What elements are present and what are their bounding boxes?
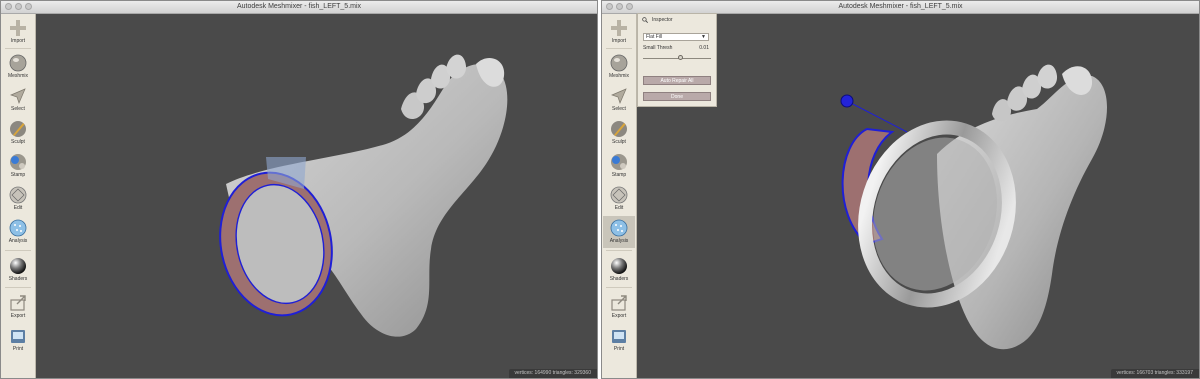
3d-viewport[interactable]: vertices: 164990 triangles: 329360 [36,14,597,378]
tool-sculpt[interactable]: Sculpt [2,117,34,149]
tool-label: Stamp [10,172,26,178]
divider [5,250,31,251]
done-button[interactable]: Done [643,92,711,101]
mesh-stats: vertices: 166703 triangles: 333197 [1110,369,1199,378]
meshmix-sphere-icon [9,54,27,72]
tool-shaders[interactable]: Shaders [603,254,635,286]
tool-label: Export [611,313,627,319]
divider [606,48,632,49]
tool-label: Sculpt [11,139,25,145]
tool-label: Meshmix [608,73,629,79]
chevron-down-icon: ▼ [701,34,706,40]
tool-label: Import [611,38,627,44]
tool-label: Analysis [8,238,28,244]
3d-viewport[interactable]: vertices: 166703 triangles: 333197 [637,14,1199,378]
title-bar: Autodesk Meshmixer - fish_LEFT_5.mix [1,1,597,14]
meshmixer-window-left: Autodesk Meshmixer - fish_LEFT_5.mix Imp… [0,0,598,379]
tool-label: Edit [13,205,23,211]
tool-analysis[interactable]: Analysis [603,216,635,248]
fill-mode-value: Flat Fill [646,34,663,40]
tool-label: Export [10,313,26,319]
edit-sphere-icon [9,186,27,204]
meshmixer-window-right: Autodesk Meshmixer - fish_LEFT_5.mix Imp… [601,0,1200,379]
auto-repair-all-button[interactable]: Auto Repair All [643,76,711,85]
inspector-title: Inspector [652,17,673,23]
tool-stamp[interactable]: Stamp [2,150,34,182]
window-title: Autodesk Meshmixer - fish_LEFT_5.mix [236,3,362,10]
brush-icon [611,121,627,137]
stamp-icon [10,154,26,170]
divider [606,287,632,288]
tool-label: Select [11,106,25,112]
tool-label: Stamp [611,172,627,178]
foot-model-scene[interactable] [36,14,598,379]
tool-shaders[interactable]: Shaders [2,254,34,286]
tool-edit[interactable]: Edit [603,183,635,215]
stamp-icon [611,154,627,170]
fill-mode-select[interactable]: Flat Fill ▼ [643,33,709,41]
small-thresh-value: 0.01 [699,45,709,51]
mesh-stats: vertices: 164990 triangles: 329360 [508,369,597,378]
tool-meshmix[interactable]: Meshmix [603,51,635,83]
inspector-header: Inspector [638,14,716,27]
tool-sidebar: Import Meshmix Select Sculpt Stamp Edit … [1,14,36,378]
printer-icon [612,330,626,343]
divider [5,287,31,288]
divider [5,48,31,49]
tool-export[interactable]: Export [603,291,635,323]
tool-edit[interactable]: Edit [2,183,34,215]
shader-sphere-icon [10,258,26,274]
export-arrow-icon [10,295,26,311]
tool-import[interactable]: Import [2,16,34,48]
tool-label: Sculpt [612,139,626,145]
edit-sphere-icon [610,186,628,204]
tool-stamp[interactable]: Stamp [603,150,635,182]
small-thresh-label: Small Thresh [643,45,673,51]
tool-sculpt[interactable]: Sculpt [603,117,635,149]
tool-export[interactable]: Export [2,291,34,323]
shader-sphere-icon [611,258,627,274]
analysis-sphere-icon [610,219,628,237]
window-title: Autodesk Meshmixer - fish_LEFT_5.mix [838,3,963,10]
magnifier-icon [642,17,648,23]
tool-label: Shaders [609,276,629,282]
tool-select[interactable]: Select [2,84,34,116]
analysis-sphere-icon [9,219,27,237]
tool-select[interactable]: Select [603,84,635,116]
tool-label: Shaders [8,276,28,282]
tool-label: Import [10,38,26,44]
brush-icon [10,121,26,137]
foot-model-scene[interactable] [637,14,1200,379]
slider-knob[interactable] [678,55,683,60]
tool-print[interactable]: Print [603,324,635,356]
tool-label: Print [12,346,24,352]
export-arrow-icon [611,295,627,311]
cursor-arrow-icon [10,88,26,104]
tool-import[interactable]: Import [603,16,635,48]
tool-meshmix[interactable]: Meshmix [2,51,34,83]
tool-sidebar: Import Meshmix Select Sculpt Stamp Edit … [602,14,637,378]
meshmix-sphere-icon [610,54,628,72]
plus-icon [611,20,627,36]
inspector-panel: Inspector Flat Fill ▼ Small Thresh 0.01 … [637,13,717,107]
tool-print[interactable]: Print [2,324,34,356]
tool-label: Meshmix [7,73,28,79]
cursor-arrow-icon [611,88,627,104]
plus-icon [10,20,26,36]
printer-icon [11,330,25,343]
tool-label: Print [613,346,625,352]
tool-label: Edit [614,205,624,211]
tool-analysis[interactable]: Analysis [2,216,34,248]
transform-handle[interactable] [840,94,908,133]
divider [606,250,632,251]
tool-label: Select [612,106,626,112]
tool-label: Analysis [609,238,629,244]
small-thresh-slider[interactable] [643,55,711,60]
